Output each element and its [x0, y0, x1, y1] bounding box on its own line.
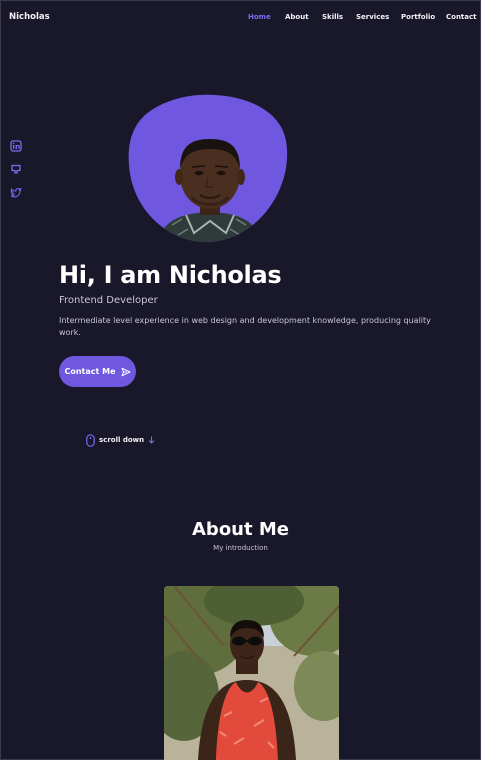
scroll-down-label: scroll down: [99, 436, 145, 444]
arrow-down-icon: [148, 436, 155, 444]
hero-subtitle: Frontend Developer: [59, 295, 158, 306]
contact-me-button[interactable]: Contact Me: [59, 356, 136, 387]
nav-home[interactable]: Home: [248, 13, 271, 21]
about-subtitle: My introduction: [213, 544, 268, 552]
about-title: About Me: [192, 519, 289, 540]
top-nav: Nicholas Home About Skills Services Port…: [0, 0, 481, 36]
linkedin-icon[interactable]: [10, 140, 22, 152]
nav-portfolio[interactable]: Portfolio: [401, 13, 435, 21]
nav-skills[interactable]: Skills: [322, 13, 343, 21]
about-photo: [164, 586, 339, 760]
hero-description: Intermediate level experience in web des…: [59, 316, 431, 337]
hero-avatar: [128, 93, 288, 243]
contact-me-label: Contact Me: [64, 367, 116, 376]
nav-contact[interactable]: Contact: [446, 13, 477, 21]
nav-about[interactable]: About: [285, 13, 309, 21]
mouse-icon: [86, 433, 95, 447]
nav-services[interactable]: Services: [356, 13, 389, 21]
hero-title: Hi, I am Nicholas: [59, 261, 282, 289]
brand-logo[interactable]: Nicholas: [9, 12, 50, 22]
github-icon[interactable]: [10, 163, 22, 175]
send-icon: [121, 367, 131, 376]
scroll-down-link[interactable]: scroll down: [86, 433, 155, 447]
twitter-icon[interactable]: [10, 187, 22, 199]
